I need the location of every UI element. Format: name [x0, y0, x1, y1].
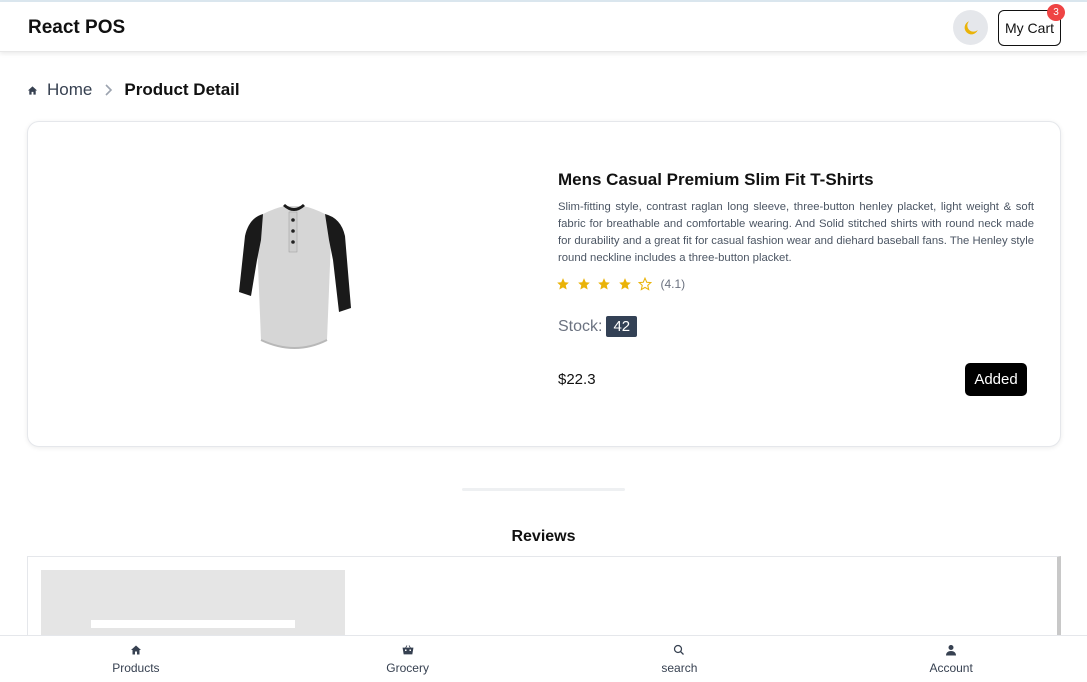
nav-label: search — [661, 660, 698, 675]
home-icon — [130, 645, 141, 654]
breadcrumb-home-label: Home — [47, 80, 93, 99]
user-icon — [946, 644, 957, 655]
added-to-cart-button[interactable]: Added — [965, 363, 1027, 396]
nav-item-grocery[interactable]: Grocery — [272, 636, 544, 682]
cart-count-badge: 3 — [1047, 4, 1065, 21]
nav-item-products[interactable]: Products — [0, 636, 272, 682]
my-cart-button[interactable]: My Cart 3 — [998, 4, 1065, 46]
nav-label: Account — [929, 660, 973, 675]
nav-label: Grocery — [386, 660, 429, 675]
product-rating: (4.1) — [556, 277, 685, 291]
product-description: Slim-fitting style, contrast raglan long… — [558, 201, 1034, 264]
breadcrumb-current: Product Detail — [124, 80, 240, 99]
cart-label: My Cart — [1005, 20, 1054, 36]
breadcrumb: Home Product Detail — [27, 80, 240, 100]
search-icon — [674, 644, 685, 655]
star-filled-icon — [557, 278, 569, 290]
star-empty-icon — [638, 277, 652, 291]
breadcrumb-home-link[interactable]: Home — [27, 80, 92, 100]
reviews-heading: Reviews — [511, 528, 576, 545]
star-filled-icon — [618, 278, 631, 290]
nav-item-search[interactable]: search — [544, 636, 816, 682]
skeleton-line — [91, 620, 295, 628]
product-price: $22.3 — [558, 371, 596, 388]
product-detail-card: Mens Casual Premium Slim Fit T-Shirts Sl… — [27, 121, 1061, 447]
rating-value: (4.1) — [660, 277, 686, 291]
section-divider — [462, 488, 625, 491]
moon-icon — [964, 20, 978, 34]
product-title: Mens Casual Premium Slim Fit T-Shirts — [558, 170, 874, 189]
stock-label: Stock: — [558, 317, 603, 335]
star-filled-icon — [577, 278, 590, 290]
product-image — [239, 204, 351, 349]
reviews-list[interactable] — [27, 556, 1061, 650]
basket-icon — [402, 644, 414, 654]
stock-info: Stock: 42 — [558, 316, 638, 337]
chevron-right-icon — [104, 84, 113, 96]
nav-label: Products — [112, 660, 160, 675]
bottom-navigation: Products Grocery search Account — [0, 635, 1087, 682]
star-filled-icon — [598, 278, 610, 290]
brand-title[interactable]: React POS — [28, 17, 125, 39]
nav-item-account[interactable]: Account — [815, 636, 1087, 682]
app-header: React POS My Cart 3 — [0, 2, 1087, 52]
home-icon — [27, 85, 38, 95]
theme-toggle-button[interactable] — [953, 10, 988, 45]
stock-count-badge: 42 — [606, 316, 638, 337]
